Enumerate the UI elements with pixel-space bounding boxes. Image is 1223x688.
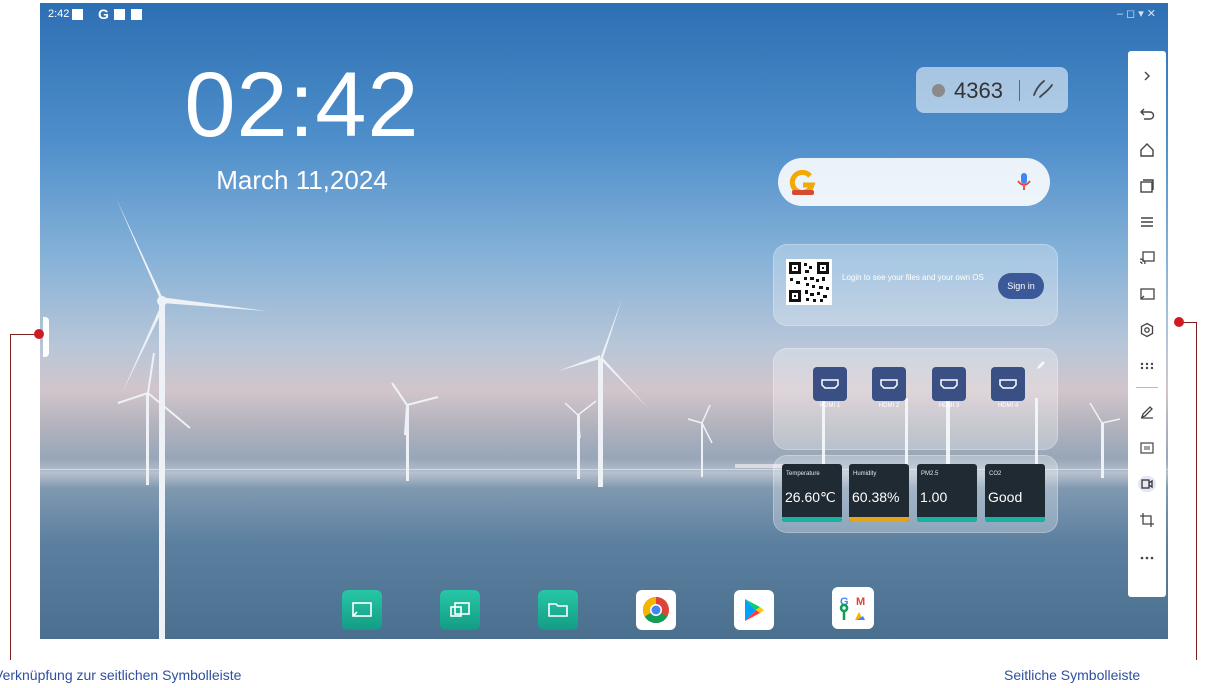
chrome-icon — [642, 596, 669, 624]
pen-icon[interactable] — [1128, 395, 1166, 429]
camera-icon[interactable] — [1128, 467, 1166, 501]
environment-sensor-widget: Temperature 26.60℃ Humidity 60.38% PM2.5… — [773, 455, 1058, 533]
callout-dot — [34, 329, 44, 339]
more-icon[interactable] — [1128, 541, 1166, 575]
google-logo-icon — [789, 169, 816, 195]
handwriting-icon[interactable] — [1026, 75, 1056, 105]
callout-line — [1196, 322, 1197, 660]
callout-line — [10, 334, 11, 660]
dock-chrome-app[interactable] — [636, 590, 676, 630]
clock-date: March 11,2024 — [216, 165, 388, 195]
callout-dot — [1174, 317, 1184, 327]
folder-icon — [548, 603, 568, 617]
collapse-icon[interactable] — [1128, 59, 1166, 93]
sensor-status-bar — [849, 517, 909, 522]
hdmi-icon — [991, 367, 1025, 401]
apps-grid-icon[interactable] — [1128, 349, 1166, 383]
notification-icon — [114, 9, 125, 20]
android-home-screen: 2:42 G – ◻ ▾ ✕ 02:42 March 11,2024 4363 — [40, 3, 1168, 639]
screen-share-icon — [352, 602, 372, 617]
hdmi-icon — [932, 367, 966, 401]
pm25-card: PM2.5 1.00 — [917, 464, 977, 522]
sensor-value: 60.38% — [852, 489, 900, 505]
side-toolbar — [1128, 51, 1166, 597]
sensor-value: 26.60℃ — [785, 489, 836, 505]
caption-right: Seitliche Symbolleiste — [1004, 667, 1141, 683]
crop-icon[interactable] — [1128, 503, 1166, 537]
hdmi-3-button[interactable]: HDMI 3 — [929, 367, 969, 411]
notification-icon — [131, 9, 142, 20]
microphone-icon[interactable] — [1015, 171, 1033, 193]
hdmi-icon — [872, 367, 906, 401]
settings-icon[interactable] — [1128, 313, 1166, 347]
sensor-value: 1.00 — [920, 489, 948, 505]
side-toolbar-shortcut-handle[interactable] — [43, 317, 49, 357]
sensor-status-bar — [917, 517, 977, 522]
hdmi-label: HDMI 4 — [997, 403, 1019, 409]
sensor-label: Humidity — [853, 471, 877, 477]
dock-google-apps-folder[interactable]: G M — [832, 587, 874, 629]
sensor-label: Temperature — [786, 471, 820, 477]
share-code: 4363 — [954, 78, 1003, 103]
divider — [1019, 80, 1020, 101]
google-apps-grid-icon: G M — [839, 596, 865, 620]
google-search-bar[interactable] — [778, 158, 1050, 206]
sensor-status-bar — [985, 517, 1045, 522]
menu-icon[interactable] — [1128, 205, 1166, 239]
dock-file-manager-app[interactable] — [538, 590, 578, 630]
notification-icon — [72, 9, 83, 20]
status-time: 2:42 — [48, 8, 70, 20]
window-controls-icon[interactable]: – ◻ ▾ ✕ — [1117, 7, 1156, 20]
screen-share-code-widget[interactable]: 4363 — [916, 67, 1068, 113]
google-status-icon: G — [98, 6, 109, 22]
hdmi-label: HDMI 2 — [878, 403, 900, 409]
home-icon[interactable] — [1128, 133, 1166, 167]
sensor-status-bar — [782, 517, 842, 522]
source-icon[interactable] — [1128, 277, 1166, 311]
status-dot-icon — [932, 84, 945, 97]
back-icon[interactable] — [1128, 97, 1166, 131]
humidity-card: Humidity 60.38% — [849, 464, 909, 522]
freeze-icon[interactable] — [1128, 431, 1166, 465]
dock-multi-screen-app[interactable] — [440, 590, 480, 630]
dock-screen-share-app[interactable] — [342, 590, 382, 630]
hdmi-label: HDMI 1 — [819, 403, 841, 409]
hdmi-label: HDMI 3 — [938, 403, 960, 409]
sensor-label: PM2.5 — [921, 471, 939, 477]
screen-cast-icon[interactable] — [1128, 241, 1166, 275]
grid-letter-m: M — [856, 596, 865, 608]
multi-screen-icon — [450, 602, 470, 617]
play-store-icon — [745, 599, 764, 621]
login-widget: Login to see your files and your own OS … — [773, 244, 1058, 326]
toolbar-divider — [1136, 387, 1158, 388]
hdmi-1-button[interactable]: HDMI 1 — [810, 367, 850, 411]
caption-left: Verknüpfung zur seitlichen Symbolleiste — [0, 667, 242, 683]
sensor-label: CO2 — [989, 471, 1002, 477]
hdmi-source-widget: HDMI 1 HDMI 2 HDMI 3 HDMI 4 — [773, 348, 1058, 450]
clock-time: 02:42 — [184, 54, 420, 156]
sign-in-button[interactable]: Sign in — [998, 273, 1044, 299]
temperature-card: Temperature 26.60℃ — [782, 464, 842, 522]
qr-code-icon[interactable] — [786, 259, 832, 305]
hdmi-4-button[interactable]: HDMI 4 — [988, 367, 1028, 411]
sensor-value: Good — [988, 489, 1023, 505]
co2-card: CO2 Good — [985, 464, 1045, 522]
hdmi-icon — [813, 367, 847, 401]
dock-play-store-app[interactable] — [734, 590, 774, 630]
edit-icon[interactable] — [1035, 359, 1047, 371]
recent-apps-icon[interactable] — [1128, 169, 1166, 203]
hdmi-2-button[interactable]: HDMI 2 — [869, 367, 909, 411]
status-bar: 2:42 G – ◻ ▾ ✕ — [40, 3, 1168, 25]
login-message: Login to see your files and your own OS — [842, 273, 984, 282]
